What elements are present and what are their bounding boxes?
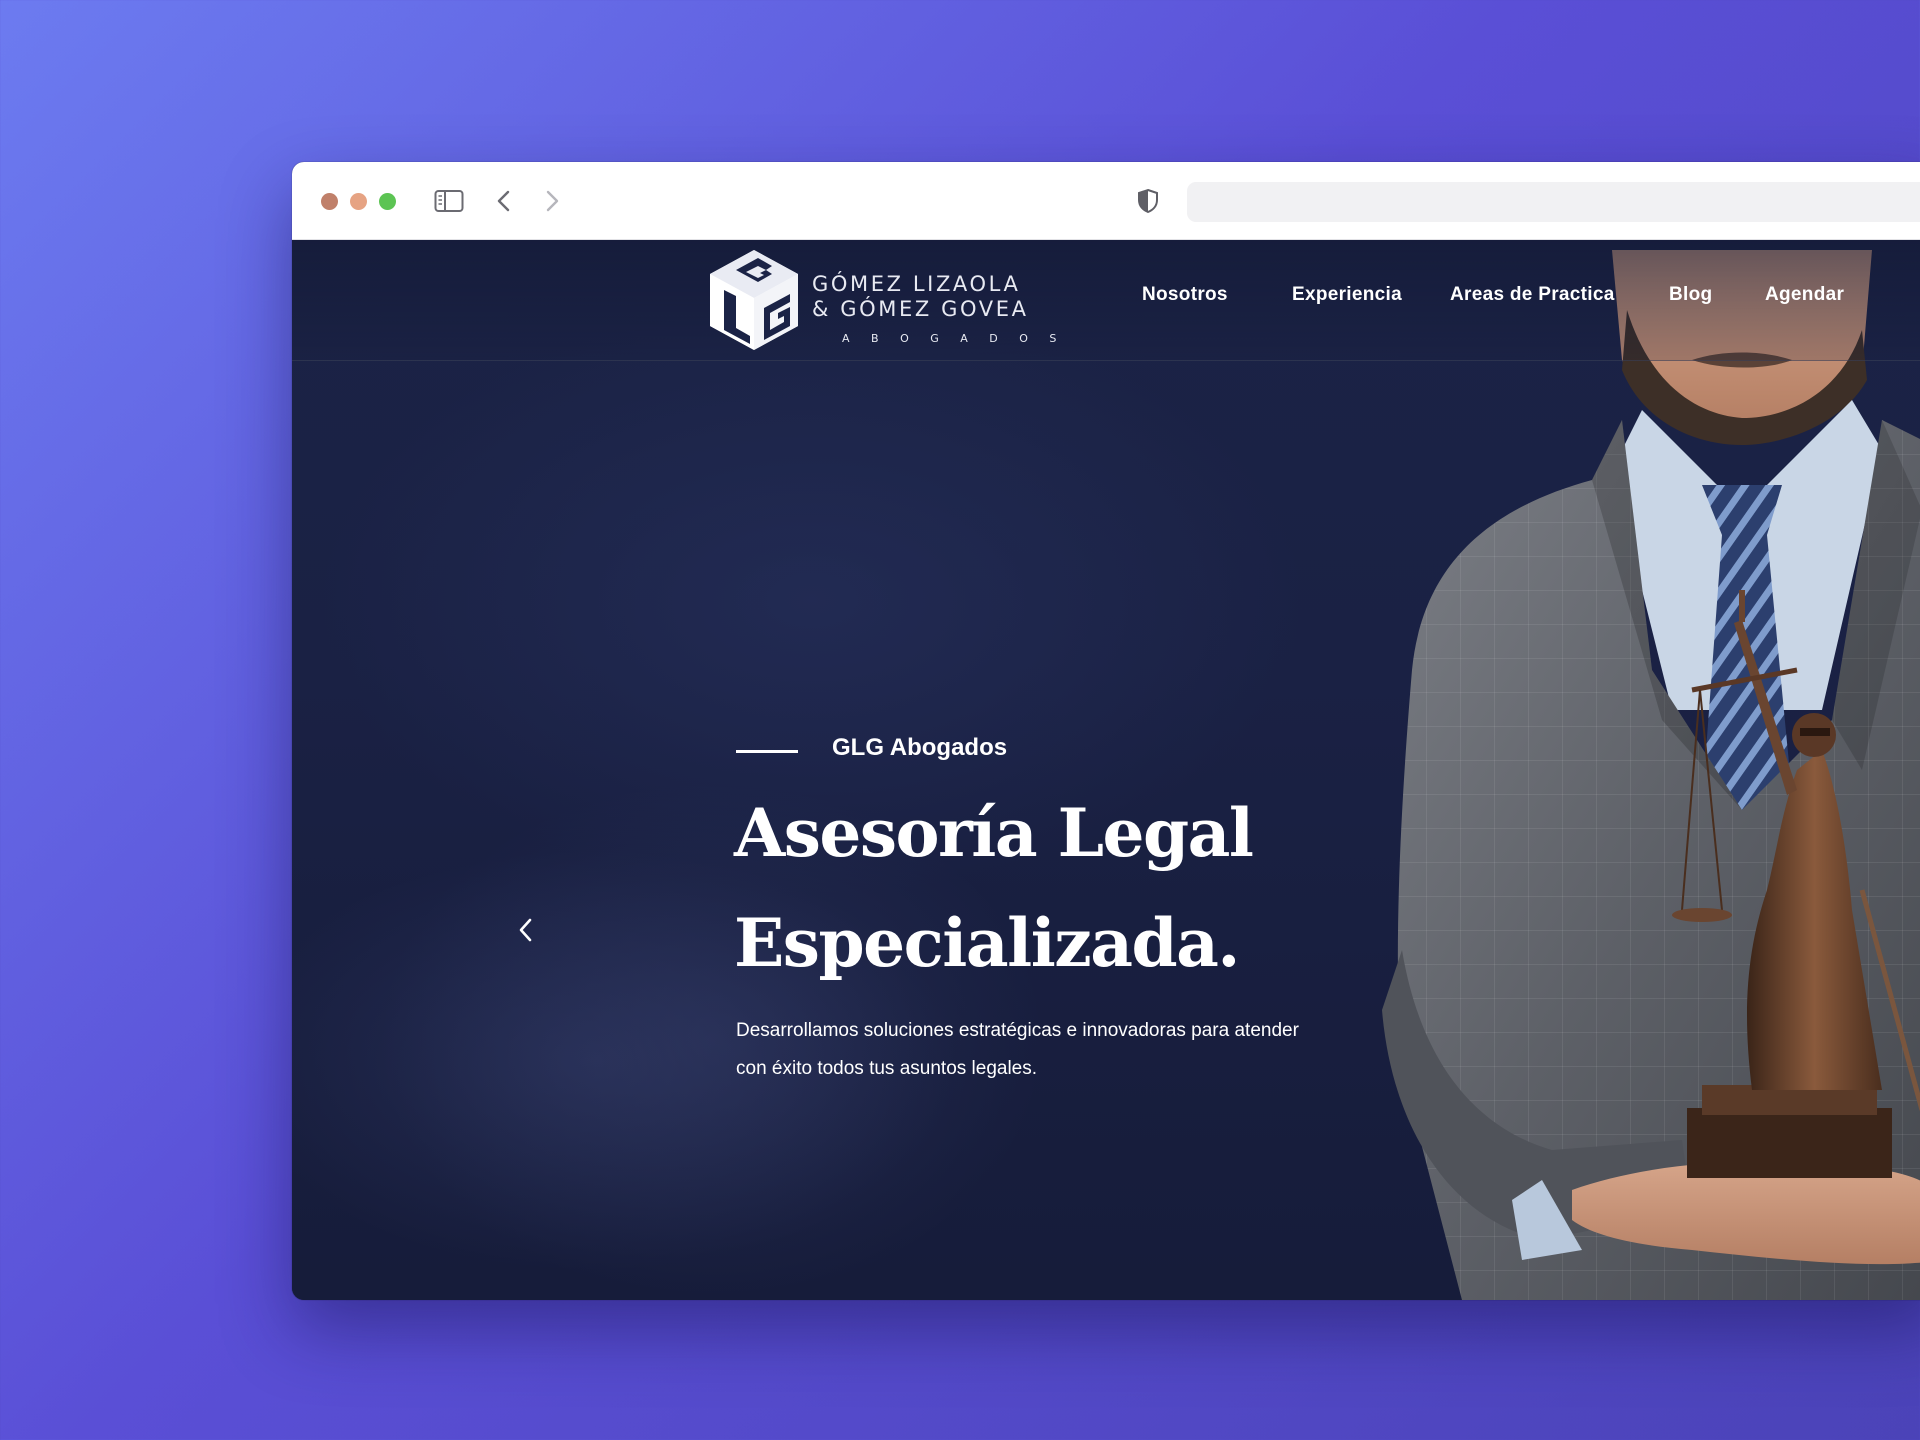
nav-item-nosotros[interactable]: Nosotros (1142, 284, 1228, 306)
browser-window: GÓMEZ LIZAOLA & GÓMEZ GOVEA A B O G A D … (292, 162, 1920, 1300)
hero-headline: Asesoría Legal Especializada. (734, 778, 1354, 998)
forward-arrow-icon[interactable] (532, 182, 572, 220)
hero-eyebrow: GLG Abogados (832, 734, 1008, 761)
nav-item-agendar[interactable]: Agendar (1765, 284, 1844, 306)
logo-tagline: A B O G A D O S (842, 332, 1066, 345)
hero-headline-line-2: Especializada. (734, 904, 1240, 982)
shield-icon[interactable] (1130, 182, 1166, 220)
address-bar[interactable] (1187, 182, 1920, 222)
nav-item-experiencia[interactable]: Experiencia (1292, 284, 1402, 306)
nav-item-blog[interactable]: Blog (1669, 284, 1712, 306)
chevron-left-icon (519, 918, 532, 942)
slider-prev-button[interactable] (506, 910, 546, 950)
browser-toolbar (292, 162, 1920, 240)
minimize-window-button[interactable] (350, 193, 367, 210)
webpage: GÓMEZ LIZAOLA & GÓMEZ GOVEA A B O G A D … (292, 240, 1920, 1300)
close-window-button[interactable] (321, 193, 338, 210)
eyebrow-divider (736, 750, 798, 753)
nav-item-areas-de-practica[interactable]: Areas de Practica (1450, 284, 1615, 306)
maximize-window-button[interactable] (379, 193, 396, 210)
sidebar-toggle-icon[interactable] (431, 182, 467, 220)
hero-description: Desarrollamos soluciones estratégicas e … (736, 1020, 1299, 1079)
back-arrow-icon[interactable] (484, 182, 524, 220)
hero-headline-line-1: Asesoría Legal (734, 794, 1254, 872)
main-nav: Nosotros Experiencia Areas de Practica B… (292, 284, 1920, 314)
lawyer-with-justice-statue-image (1222, 250, 1920, 1300)
site-header: GÓMEZ LIZAOLA & GÓMEZ GOVEA A B O G A D … (292, 240, 1920, 361)
